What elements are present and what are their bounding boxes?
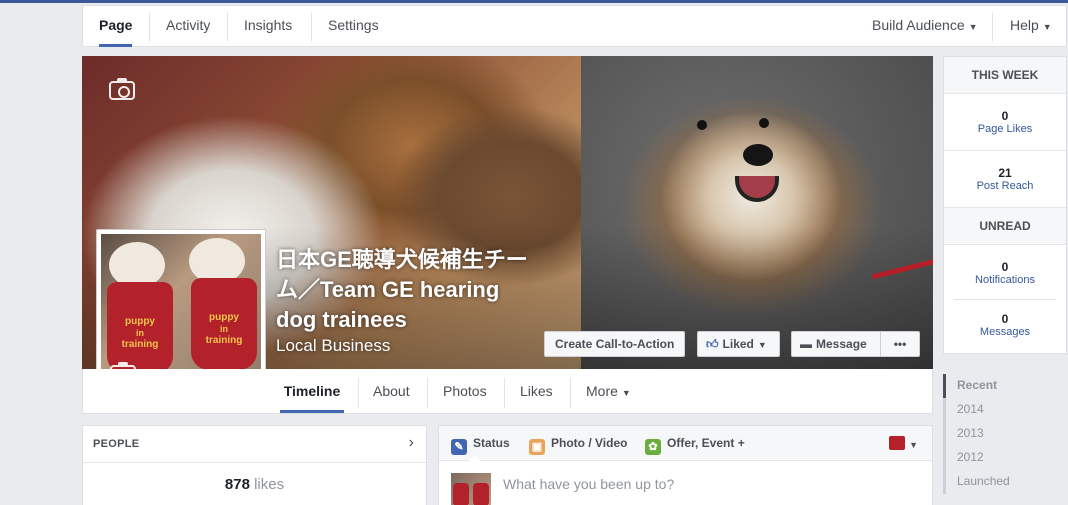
caret-down-icon: ▼	[757, 340, 767, 350]
people-card: PEOPLE › 878 likes	[82, 425, 427, 505]
tab-divider	[358, 378, 359, 408]
people-title[interactable]: PEOPLE	[93, 438, 139, 450]
notifications-label: Notifications	[975, 274, 1035, 286]
tab-divider	[227, 12, 228, 42]
tab-divider	[504, 378, 505, 408]
liked-label: Liked	[722, 337, 754, 351]
offer-event-label: Offer, Event +	[667, 436, 745, 450]
admin-tab-activity[interactable]: Activity	[166, 6, 210, 47]
post-as-selector[interactable]: ▼	[889, 436, 918, 451]
year-2014[interactable]: 2014	[943, 398, 1043, 422]
caret-down-icon: ▼	[621, 388, 631, 398]
admin-tab-insights[interactable]: Insights	[244, 6, 292, 47]
page-likes-stat[interactable]: 0 Page Likes	[944, 94, 1066, 151]
vest-text: in	[220, 324, 228, 334]
composer-tab-photo-video[interactable]: ▣ Photo / Video	[529, 426, 627, 461]
page-tab-bar: Timeline About Photos Likes More ▼	[82, 369, 933, 414]
notifications-count: 0	[1001, 260, 1009, 274]
dog-eye	[697, 120, 707, 130]
message-label: Message	[816, 337, 867, 351]
help-label: Help	[1010, 17, 1039, 33]
vest-text: puppy	[209, 312, 239, 323]
post-reach-count: 21	[998, 166, 1012, 180]
create-call-to-action-button[interactable]: Create Call-to-Action	[544, 331, 686, 357]
page-stats-panel: THIS WEEK 0 Page Likes 21 Post Reach UNR…	[943, 56, 1067, 354]
tab-photos[interactable]: Photos	[443, 369, 487, 413]
year-2012[interactable]: 2012	[943, 446, 1043, 470]
page-likes-count: 0	[1001, 109, 1009, 123]
status-label: Status	[473, 436, 510, 450]
dog-nose	[743, 144, 773, 166]
help-menu[interactable]: Help ▼	[1010, 6, 1052, 47]
build-audience-menu[interactable]: Build Audience ▼	[872, 6, 978, 47]
caret-down-icon: ▼	[1042, 22, 1052, 32]
dog-eye	[759, 118, 769, 128]
admin-tab-page[interactable]: Page	[99, 6, 133, 47]
tab-more-label: More	[586, 383, 618, 399]
tab-divider	[570, 378, 571, 408]
tab-timeline[interactable]: Timeline	[280, 369, 344, 413]
composer-tab-bar: ✎ Status ▣ Photo / Video ✿ Offer, Event + ▼	[439, 426, 932, 461]
avatar-vest	[473, 483, 489, 505]
timeline-year-nav: Recent 2014 2013 2012 Launched	[943, 374, 1043, 494]
tab-divider	[311, 12, 312, 42]
messages-count: 0	[1001, 312, 1009, 326]
vest-text: training	[205, 335, 243, 346]
message-button[interactable]: ▬ Message	[791, 331, 881, 357]
tab-divider	[149, 12, 150, 42]
dog-vest: puppy in training	[191, 278, 257, 370]
active-tab-pointer	[469, 455, 481, 461]
offer-icon: ✿	[645, 439, 661, 455]
build-audience-label: Build Audience	[872, 17, 965, 33]
admin-tab-settings[interactable]: Settings	[328, 6, 379, 47]
divider	[83, 462, 426, 463]
year-launched[interactable]: Launched	[943, 470, 1043, 494]
tab-divider	[992, 12, 993, 42]
caret-down-icon: ▼	[968, 22, 978, 32]
photo-video-label: Photo / Video	[551, 436, 628, 450]
chat-bubble-icon: ▬	[800, 337, 812, 351]
page-admin-nav: Page Activity Insights Settings Build Au…	[82, 5, 1067, 47]
dog-mouth	[735, 176, 779, 202]
status-input[interactable]: What have you been up to?	[503, 476, 674, 492]
pencil-icon: ✎	[451, 439, 467, 455]
thumbs-up-icon: 👍︎	[706, 337, 719, 351]
this-week-heading: THIS WEEK	[944, 57, 1066, 94]
page-title: 日本GE聴導犬候補生チーム／Team GE hearing dog traine…	[276, 247, 528, 332]
year-recent[interactable]: Recent	[943, 374, 1043, 398]
messages-stat[interactable]: 0 Messages	[944, 300, 1066, 352]
dog-vest: puppy in training	[107, 282, 173, 374]
notifications-stat[interactable]: 0 Notifications	[954, 245, 1056, 300]
liked-button[interactable]: 👍︎ Liked ▼	[697, 331, 780, 357]
tab-likes[interactable]: Likes	[520, 369, 553, 413]
top-brand-line	[0, 0, 1068, 3]
page-likes-total[interactable]: 878 likes	[83, 476, 426, 493]
tab-divider	[427, 378, 428, 408]
post-reach-stat[interactable]: 21 Post Reach	[944, 151, 1066, 208]
avatar-vest	[453, 483, 469, 505]
post-reach-label: Post Reach	[976, 180, 1034, 192]
vest-text: puppy	[125, 316, 155, 327]
more-options-button[interactable]: •••	[880, 331, 920, 357]
messages-label: Messages	[979, 326, 1031, 338]
chevron-right-icon[interactable]: ›	[409, 434, 414, 452]
vest-text: in	[136, 328, 144, 338]
change-cover-camera-icon[interactable]	[109, 78, 135, 100]
tab-more[interactable]: More ▼	[586, 369, 631, 413]
ellipsis-icon: •••	[893, 337, 907, 351]
page-avatar-icon	[889, 436, 906, 450]
unread-heading: UNREAD	[944, 208, 1066, 245]
composer-tab-offer-event[interactable]: ✿ Offer, Event +	[645, 426, 745, 461]
page-likes-label: Page Likes	[977, 123, 1033, 135]
vest-text: training	[121, 339, 159, 350]
composer-avatar	[451, 473, 491, 505]
post-composer: ✎ Status ▣ Photo / Video ✿ Offer, Event + ▼…	[438, 425, 933, 505]
likes-word: likes	[254, 476, 285, 493]
year-2013[interactable]: 2013	[943, 422, 1043, 446]
likes-count: 878	[224, 476, 250, 493]
tab-about[interactable]: About	[373, 369, 410, 413]
caret-down-icon: ▼	[909, 440, 918, 450]
page-category[interactable]: Local Business	[276, 336, 390, 356]
photo-icon: ▣	[529, 439, 545, 455]
